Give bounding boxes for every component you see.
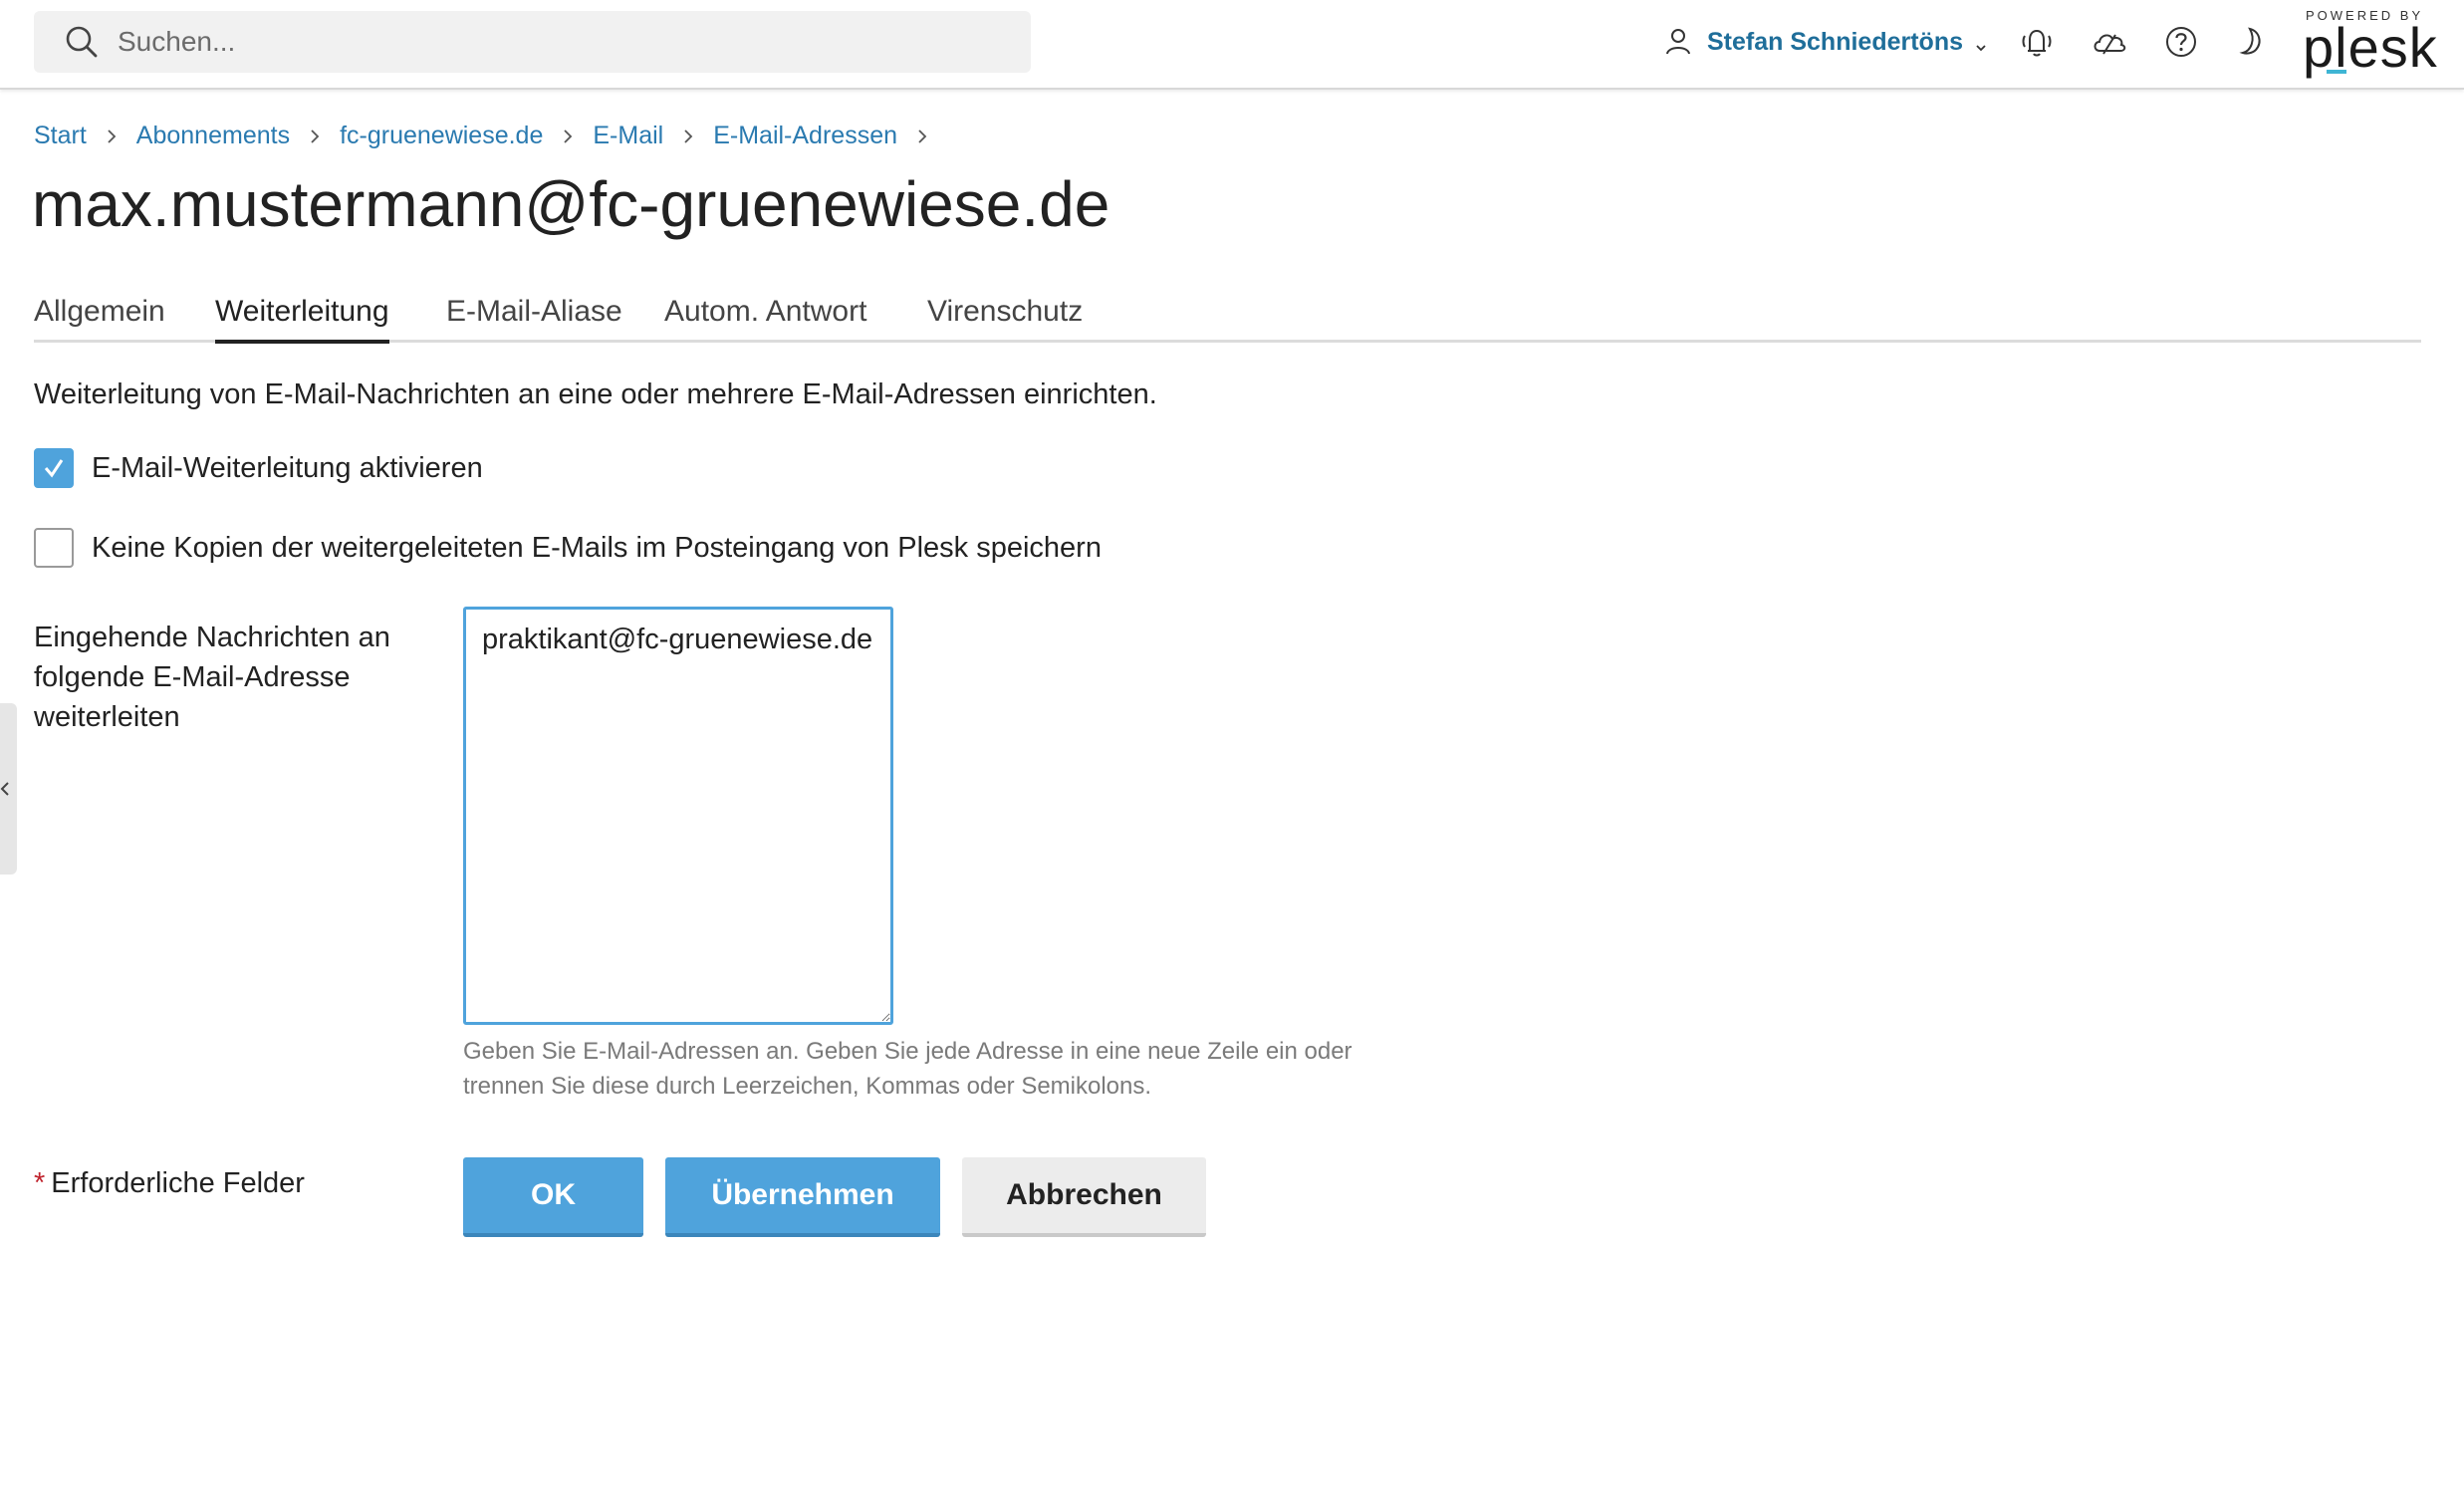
breadcrumb-domain[interactable]: fc-gruenewiese.de xyxy=(340,122,543,150)
enable-forwarding-row: E-Mail-Weiterleitung aktivieren xyxy=(34,448,483,488)
chevron-left-icon xyxy=(0,782,9,796)
breadcrumb-email[interactable]: E-Mail xyxy=(593,122,663,150)
cloud-icon[interactable] xyxy=(2090,22,2129,62)
checkmark-icon xyxy=(44,459,64,478)
no-copies-row: Keine Kopien der weitergeleiteten E-Mail… xyxy=(34,528,1102,568)
cancel-button[interactable]: Abbrechen xyxy=(962,1157,1206,1237)
breadcrumb: Start Abonnements fc-gruenewiese.de E-Ma… xyxy=(34,122,947,150)
breadcrumb-email-addresses[interactable]: E-Mail-Adressen xyxy=(713,122,897,150)
user-name: Stefan Schniedertöns xyxy=(1707,27,1963,56)
chevron-right-icon xyxy=(915,127,929,145)
logo-accent-bar xyxy=(2327,70,2346,74)
help-icon[interactable] xyxy=(2161,22,2201,62)
breadcrumb-start[interactable]: Start xyxy=(34,122,87,150)
required-fields-label: Erforderliche Felder xyxy=(51,1167,305,1199)
enable-forwarding-checkbox[interactable] xyxy=(34,448,74,488)
chevron-right-icon xyxy=(308,127,322,145)
tab-email-aliase[interactable]: E-Mail-Aliase xyxy=(446,287,622,343)
user-icon xyxy=(1663,27,1693,57)
tab-autom-antwort[interactable]: Autom. Antwort xyxy=(664,287,866,343)
page-title: max.mustermann@fc-gruenewiese.de xyxy=(32,168,1110,240)
dark-mode-moon-icon[interactable] xyxy=(2233,22,2273,62)
no-copies-checkbox[interactable] xyxy=(34,528,74,568)
no-copies-label: Keine Kopien der weitergeleiteten E-Mail… xyxy=(92,531,1102,564)
plesk-logo: POWERED BY plesk xyxy=(2303,8,2438,79)
intro-text: Weiterleitung von E-Mail-Nachrichten an … xyxy=(34,378,1157,410)
required-fields-note: * Erforderliche Felder xyxy=(34,1167,305,1200)
chevron-down-icon xyxy=(1973,34,1989,52)
breadcrumb-abonnements[interactable]: Abonnements xyxy=(136,122,290,150)
sidebar-toggle[interactable] xyxy=(0,703,17,875)
user-menu[interactable]: Stefan Schniedertöns xyxy=(1663,22,1989,62)
search-icon xyxy=(62,22,102,62)
tab-virenschutz[interactable]: Virenschutz xyxy=(927,287,1083,343)
chevron-right-icon xyxy=(561,127,575,145)
forward-address-field xyxy=(463,607,893,1025)
tab-allgemein[interactable]: Allgemein xyxy=(34,287,165,343)
chevron-right-icon xyxy=(681,127,695,145)
tab-weiterleitung[interactable]: Weiterleitung xyxy=(215,287,389,344)
search-box[interactable] xyxy=(34,11,1031,73)
top-bar: Stefan Schniedertöns xyxy=(0,0,2464,90)
forward-address-label: Eingehende Nachrichten an folgende E-Mai… xyxy=(34,622,390,733)
search-input[interactable] xyxy=(116,25,992,59)
notifications-bell-icon[interactable] xyxy=(2017,22,2057,62)
enable-forwarding-label: E-Mail-Weiterleitung aktivieren xyxy=(92,451,483,484)
chevron-right-icon xyxy=(105,127,119,145)
ok-button[interactable]: OK xyxy=(463,1157,643,1237)
required-star: * xyxy=(34,1167,46,1199)
forward-address-hint: Geben Sie E-Mail-Adressen an. Geben Sie … xyxy=(463,1038,1353,1100)
apply-button[interactable]: Übernehmen xyxy=(665,1157,940,1237)
forward-address-textarea[interactable] xyxy=(463,607,893,1025)
tab-bar: Allgemein Weiterleitung E-Mail-Aliase Au… xyxy=(34,287,2421,344)
